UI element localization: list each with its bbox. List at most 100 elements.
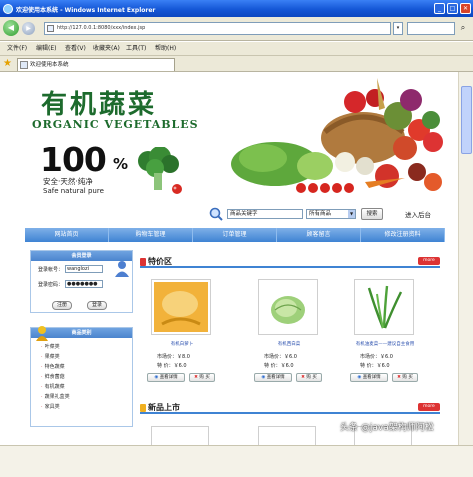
username-field[interactable]: wanglozi [65, 265, 103, 273]
market-price: 市场价：￥6.0 [360, 354, 393, 360]
market-price: 市场价：￥6.0 [264, 354, 297, 360]
maximize-button[interactable]: □ [447, 3, 458, 14]
badge-number: 100 [40, 140, 107, 179]
page-icon [47, 25, 54, 32]
new-arrivals-more-link[interactable]: more [418, 403, 440, 411]
page-viewport: 有机蔬菜 ORGANIC VEGETABLES 100 % 安全·天然·纯净 S… [0, 72, 473, 445]
category-select-value: 所有商品 [309, 211, 332, 217]
status-area [0, 445, 473, 477]
category-item[interactable]: 有机蔬菜 [41, 383, 65, 390]
minimize-button[interactable]: _ [434, 3, 445, 14]
view-detail-button[interactable]: ◉ 查看详情 [350, 373, 388, 382]
buy-icon: ✖ [397, 375, 401, 380]
category-item[interactable]: 果菜类 [41, 353, 60, 360]
product-image[interactable] [151, 279, 211, 335]
login-panel: 会员登录 登录帐号： wanglozi 登录密码： ●●●●●●● 注册 登录 [30, 250, 133, 313]
tab-bar: ★ 欢迎使用本系统 [0, 56, 473, 72]
category-item[interactable]: 蔬果礼盒类 [41, 393, 70, 400]
admin-link[interactable]: 进入后台 [405, 209, 431, 219]
buy-label: 购 买 [199, 375, 210, 380]
vertical-scrollbar[interactable] [458, 72, 473, 445]
product-name[interactable]: 有机西白菜 [254, 341, 324, 347]
nav-messages[interactable]: 顾客留言 [277, 228, 361, 242]
specials-title: 特价区 [148, 257, 172, 266]
badge-percent: % [113, 155, 129, 173]
product-name[interactable]: 有机白萝卜 [147, 341, 217, 347]
window-title: 欢迎使用本系统 - Windows Internet Explorer [16, 7, 156, 14]
category-item[interactable]: 特色蔬菜 [41, 363, 65, 370]
view-detail-label: 查看详情 [362, 375, 381, 380]
buy-button[interactable]: ✖ 购 买 [296, 373, 322, 382]
watermark-text: 头条 @java架构师阿松 [340, 423, 434, 433]
keyword-input[interactable]: 商品关键字 [227, 209, 303, 219]
vegetables-image [231, 78, 443, 193]
product-image[interactable] [258, 426, 316, 445]
menu-favorites[interactable]: 收藏夹(A) [93, 44, 120, 54]
buy-icon: ✖ [301, 375, 305, 380]
product-image[interactable] [151, 426, 209, 445]
nav-cart[interactable]: 购物车管理 [109, 228, 193, 242]
view-detail-button[interactable]: ◉ 查看详情 [254, 373, 292, 382]
password-label: 登录密码： [38, 282, 64, 288]
new-arrivals-header: 新品上市 more [140, 402, 440, 414]
buy-icon: ✖ [194, 375, 198, 380]
password-field[interactable]: ●●●●●●● [65, 280, 103, 288]
view-detail-button[interactable]: ◉ 查看详情 [147, 373, 185, 382]
browser-window: 欢迎使用本系统 - Windows Internet Explorer _ □ … [0, 0, 473, 477]
back-button[interactable]: ◀ [3, 20, 19, 36]
category-item[interactable]: 叶菜类 [41, 343, 60, 350]
forward-button[interactable]: ▶ [22, 22, 35, 35]
favorites-star-icon[interactable]: ★ [3, 58, 12, 69]
product-name[interactable]: 有机油麦菜——建议自主食用 [350, 341, 420, 347]
category-person-icon [36, 326, 48, 341]
category-panel: 商品类别 叶菜类 果菜类 特色蔬菜 鲜食菌菇 有机蔬菜 蔬果礼盒类 家具类 [30, 326, 133, 427]
detail-icon: ◉ [261, 375, 266, 380]
product-image[interactable] [258, 279, 318, 335]
chevron-down-icon: ▼ [348, 210, 355, 218]
scrollbar-thumb[interactable] [461, 86, 472, 154]
search-button[interactable]: 搜索 [361, 208, 383, 220]
category-select[interactable]: 所有商品 ▼ [306, 209, 356, 219]
nav-profile[interactable]: 修改注册资料 [361, 228, 445, 242]
site-search-row: 商品关键字 所有商品 ▼ 搜索 进入后台 [25, 205, 445, 227]
nav-home[interactable]: 网站首页 [25, 228, 109, 242]
detail-icon: ◉ [357, 375, 362, 380]
login-button[interactable]: 登录 [87, 301, 107, 310]
site-banner: 有机蔬菜 ORGANIC VEGETABLES 100 % 安全·天然·纯净 S… [25, 72, 445, 200]
buy-label: 购 买 [306, 375, 317, 380]
menu-view[interactable]: 查看(V) [65, 44, 86, 54]
lettuce-image [367, 285, 403, 329]
view-detail-label: 查看详情 [266, 375, 285, 380]
menu-file[interactable]: 文件(F) [7, 44, 27, 54]
product-image[interactable] [354, 279, 414, 335]
address-toolbar: ◀ ▶ http://127.0.0.1:8080/xxx/index.jsp … [0, 17, 473, 41]
buy-label: 购 买 [402, 375, 413, 380]
category-item[interactable]: 家具类 [41, 403, 60, 410]
specials-header: 特价区 more [140, 256, 440, 268]
register-button[interactable]: 注册 [52, 301, 72, 310]
buy-button[interactable]: ✖ 购 买 [189, 373, 215, 382]
address-dropdown-icon[interactable]: ▾ [393, 22, 403, 35]
nav-orders[interactable]: 订单管理 [193, 228, 277, 242]
product-card: 有机白萝卜 市场价：￥8.0 特 价：￥6.0 ◉ 查看详情 ✖ 购 买 [147, 279, 215, 389]
browser-search-icon[interactable]: ⌕ [456, 22, 470, 35]
detail-icon: ◉ [154, 375, 159, 380]
section-marker-icon [140, 404, 146, 412]
specials-more-link[interactable]: more [418, 257, 440, 265]
tab-current[interactable]: 欢迎使用本系统 [17, 58, 175, 71]
slogan-chinese: 安全·天然·纯净 [43, 177, 93, 186]
buy-button[interactable]: ✖ 购 买 [392, 373, 418, 382]
cabbage-image [271, 296, 305, 324]
menu-edit[interactable]: 编辑(E) [36, 44, 56, 54]
market-price: 市场价：￥8.0 [157, 354, 190, 360]
menu-help[interactable]: 帮助(H) [155, 44, 176, 54]
category-item[interactable]: 鲜食菌菇 [41, 373, 65, 380]
logo-english: ORGANIC VEGETABLES [32, 118, 199, 131]
address-bar[interactable]: http://127.0.0.1:8080/xxx/index.jsp [44, 22, 391, 35]
browser-search-input[interactable] [407, 22, 455, 35]
ie-icon [3, 4, 13, 14]
menu-tools[interactable]: 工具(T) [126, 44, 146, 54]
close-button[interactable]: ✕ [460, 3, 471, 14]
username-label: 登录帐号： [38, 267, 64, 273]
new-arrivals-title: 新品上市 [148, 403, 180, 412]
